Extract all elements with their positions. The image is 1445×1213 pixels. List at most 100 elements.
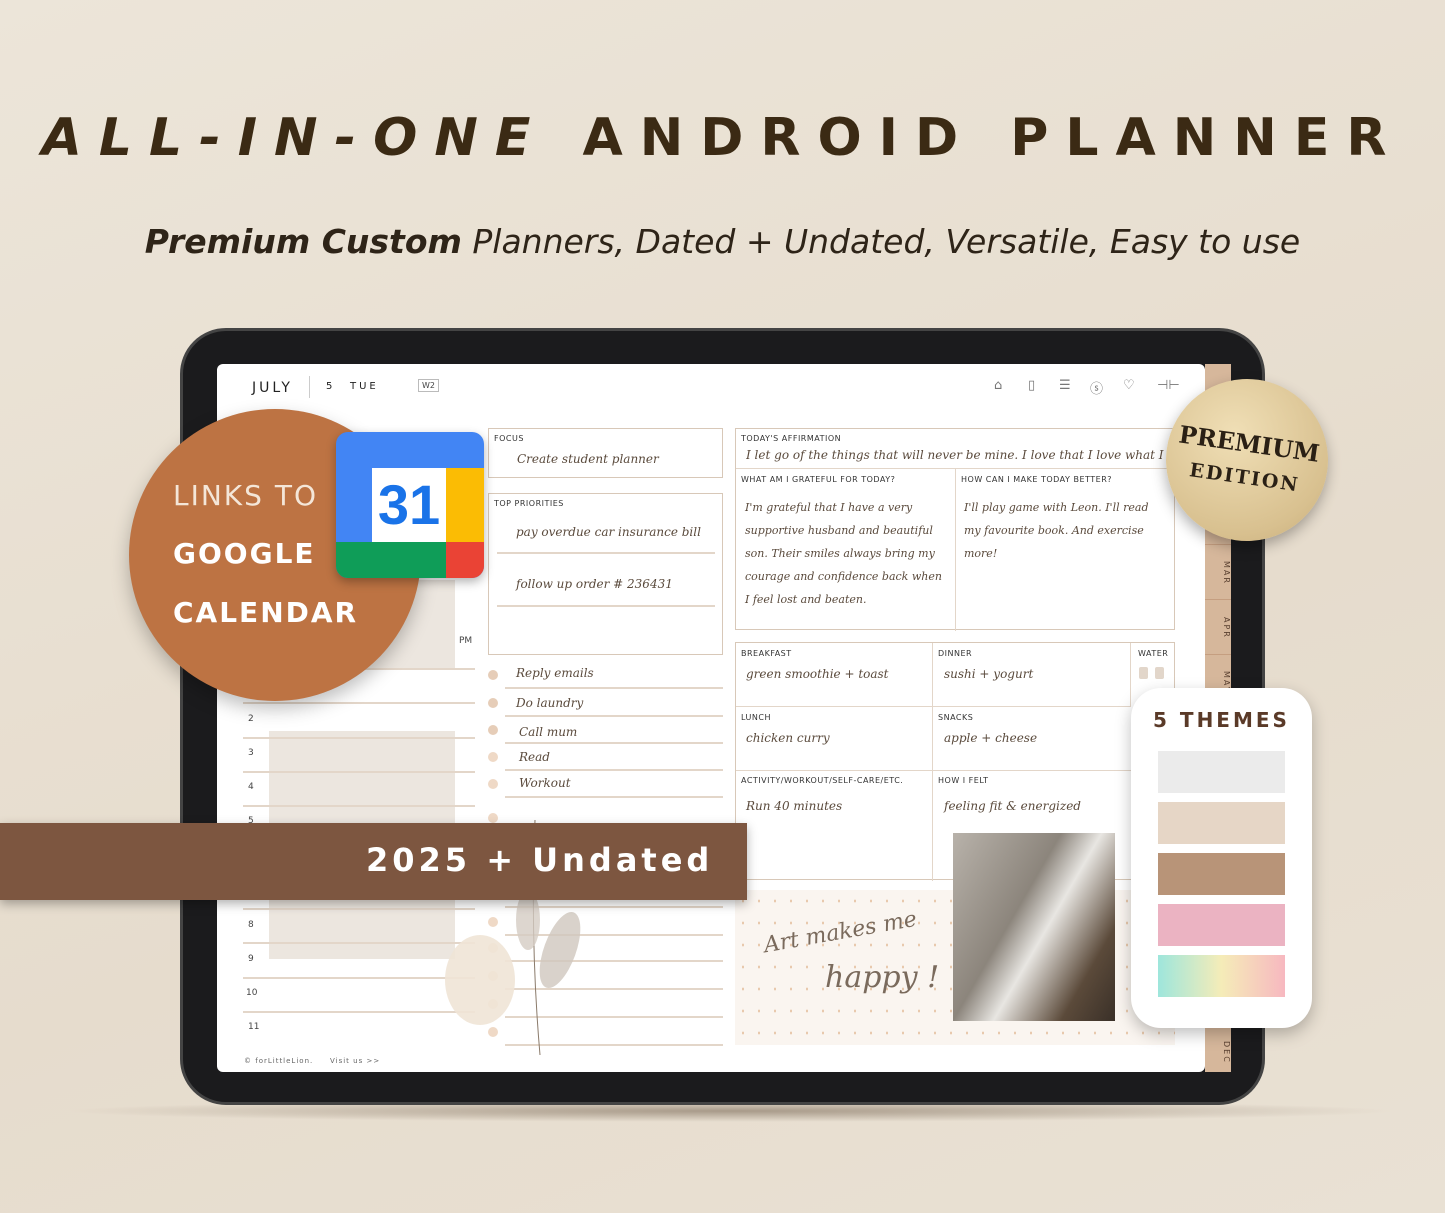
day-label: 5	[326, 381, 336, 392]
hour-label: 8	[248, 920, 254, 930]
breakfast-label: BREAKFAST	[741, 649, 792, 658]
focus-label: FOCUS	[494, 434, 524, 443]
theme-swatch-gray[interactable]	[1158, 751, 1285, 793]
visit-link[interactable]: Visit us >>	[330, 1057, 380, 1065]
task-item[interactable]: Reply emails	[516, 666, 594, 680]
activity-label: ACTIVITY/WORKOUT/SELF-CARE/ETC.	[741, 776, 904, 785]
banner-text: 2025 + Undated	[366, 841, 714, 879]
divider	[955, 469, 956, 631]
calendar-number: 31	[372, 468, 446, 542]
better-line: my favourite book. And exercise	[964, 524, 1144, 537]
quote-line: happy !	[825, 960, 940, 995]
undated-banner: 2025 + Undated	[0, 823, 747, 900]
page-icon[interactable]: ▯	[1028, 378, 1035, 393]
priorities-box[interactable]: TOP PRIORITIES pay overdue car insurance…	[488, 493, 723, 655]
weekday-label: TUE	[350, 381, 379, 392]
better-label: HOW CAN I MAKE TODAY BETTER?	[961, 475, 1112, 484]
hour-label: 4	[248, 782, 254, 792]
water-cup-icon[interactable]	[1155, 667, 1164, 679]
snacks-value[interactable]: apple + cheese	[944, 731, 1037, 745]
tab-dec[interactable]: DEC	[1205, 1024, 1231, 1074]
hour-line	[243, 702, 475, 705]
priority-item: pay overdue car insurance bill	[516, 525, 701, 539]
themes-title: 5 THEMES	[1153, 708, 1290, 732]
heart-icon[interactable]: ♡	[1123, 378, 1135, 393]
affirmation-label: TODAY'S AFFIRMATION	[741, 434, 842, 443]
dinner-label: DINNER	[938, 649, 973, 658]
task-line	[505, 769, 723, 771]
artist-photo	[953, 833, 1115, 1021]
hour-label: 11	[248, 1022, 260, 1032]
lunch-value[interactable]: chicken curry	[746, 731, 830, 745]
divider	[1130, 643, 1131, 707]
tab-apr[interactable]: APR	[1205, 599, 1231, 649]
task-checked-icon[interactable]	[488, 698, 498, 708]
quote-line: Art makes me	[762, 906, 919, 959]
activity-value[interactable]: Run 40 minutes	[746, 799, 842, 813]
tab-mar[interactable]: MAR	[1205, 544, 1231, 594]
grateful-line: courage and confidence back when	[745, 570, 942, 583]
home-icon[interactable]: ⌂	[994, 378, 1002, 393]
grateful-line: I'm grateful that I have a very	[745, 501, 913, 514]
divider	[736, 770, 1131, 771]
task-checked-icon[interactable]	[488, 670, 498, 680]
theme-swatch-brown[interactable]	[1158, 853, 1285, 895]
pm-label: PM	[459, 636, 473, 646]
task-checkbox[interactable]	[488, 752, 498, 762]
task-item[interactable]: Workout	[519, 776, 571, 790]
divider	[736, 706, 1131, 707]
hour-label: 3	[248, 748, 254, 758]
theme-swatch-rainbow[interactable]	[1158, 955, 1285, 997]
badge-line: CALENDAR	[173, 596, 359, 629]
focus-box[interactable]: FOCUS Create student planner	[488, 428, 723, 478]
headline-rest: ANDROID PLANNER	[582, 108, 1404, 168]
priority-item: follow up order # 236431	[516, 577, 673, 591]
better-line: I'll play game with Leon. I'll read	[964, 501, 1149, 514]
hour-line	[243, 770, 475, 773]
badge-line: LINKS TO	[173, 479, 318, 512]
water-cup-icon[interactable]	[1139, 667, 1148, 679]
grateful-line: supportive husband and beautiful	[745, 524, 933, 537]
affirmation-value[interactable]: I let go of the things that will never b…	[746, 448, 1171, 462]
task-line	[505, 742, 723, 744]
priorities-label: TOP PRIORITIES	[494, 499, 564, 508]
affirmation-box: TODAY'S AFFIRMATION I let go of the thin…	[735, 428, 1176, 631]
felt-value[interactable]: feeling fit & energized	[944, 799, 1081, 813]
lunch-label: LUNCH	[741, 713, 771, 722]
grateful-label: WHAT AM I GRATEFUL FOR TODAY?	[741, 475, 896, 484]
month-label[interactable]: JULY	[252, 380, 293, 396]
snacks-label: SNACKS	[938, 713, 974, 722]
grateful-line: I feel lost and beaten.	[745, 593, 867, 606]
divider	[932, 643, 933, 881]
dumbbell-icon[interactable]: ⊣⊢	[1157, 378, 1180, 393]
task-checkbox[interactable]	[488, 779, 498, 789]
theme-swatch-beige[interactable]	[1158, 802, 1285, 844]
divider	[309, 376, 310, 398]
copyright: © forLittleLion.	[244, 1057, 314, 1065]
water-label: WATER	[1138, 649, 1169, 658]
dollar-icon[interactable]: ⓢ	[1090, 378, 1103, 397]
focus-value: Create student planner	[517, 452, 659, 466]
badge-line: GOOGLE	[173, 537, 316, 570]
task-line	[505, 715, 723, 717]
subheadline-rest: Planners, Dated + Undated, Versatile, Ea…	[472, 222, 1301, 261]
notes-icon[interactable]: ☰	[1059, 378, 1071, 393]
headline: ALL-IN-ONE ANDROID PLANNER	[0, 108, 1445, 168]
felt-label: HOW I FELT	[938, 776, 989, 785]
grateful-line: son. Their smiles always bring my	[745, 547, 935, 560]
task-checked-icon[interactable]	[488, 725, 498, 735]
theme-swatch-pink[interactable]	[1158, 904, 1285, 946]
week-button[interactable]: W2	[418, 379, 439, 392]
hour-label: 2	[248, 714, 254, 724]
google-calendar-icon: 31	[336, 432, 484, 578]
task-item[interactable]: Read	[519, 750, 550, 764]
task-item[interactable]: Call mum	[519, 725, 577, 739]
task-item[interactable]: Do laundry	[516, 696, 583, 710]
subheadline-bold: Premium Custom	[144, 222, 462, 261]
breakfast-value[interactable]: green smoothie + toast	[746, 667, 889, 681]
dinner-value[interactable]: sushi + yogurt	[944, 667, 1033, 681]
better-line: more!	[964, 547, 998, 560]
task-line	[505, 796, 723, 798]
divider	[497, 552, 715, 554]
divider	[736, 468, 1176, 469]
